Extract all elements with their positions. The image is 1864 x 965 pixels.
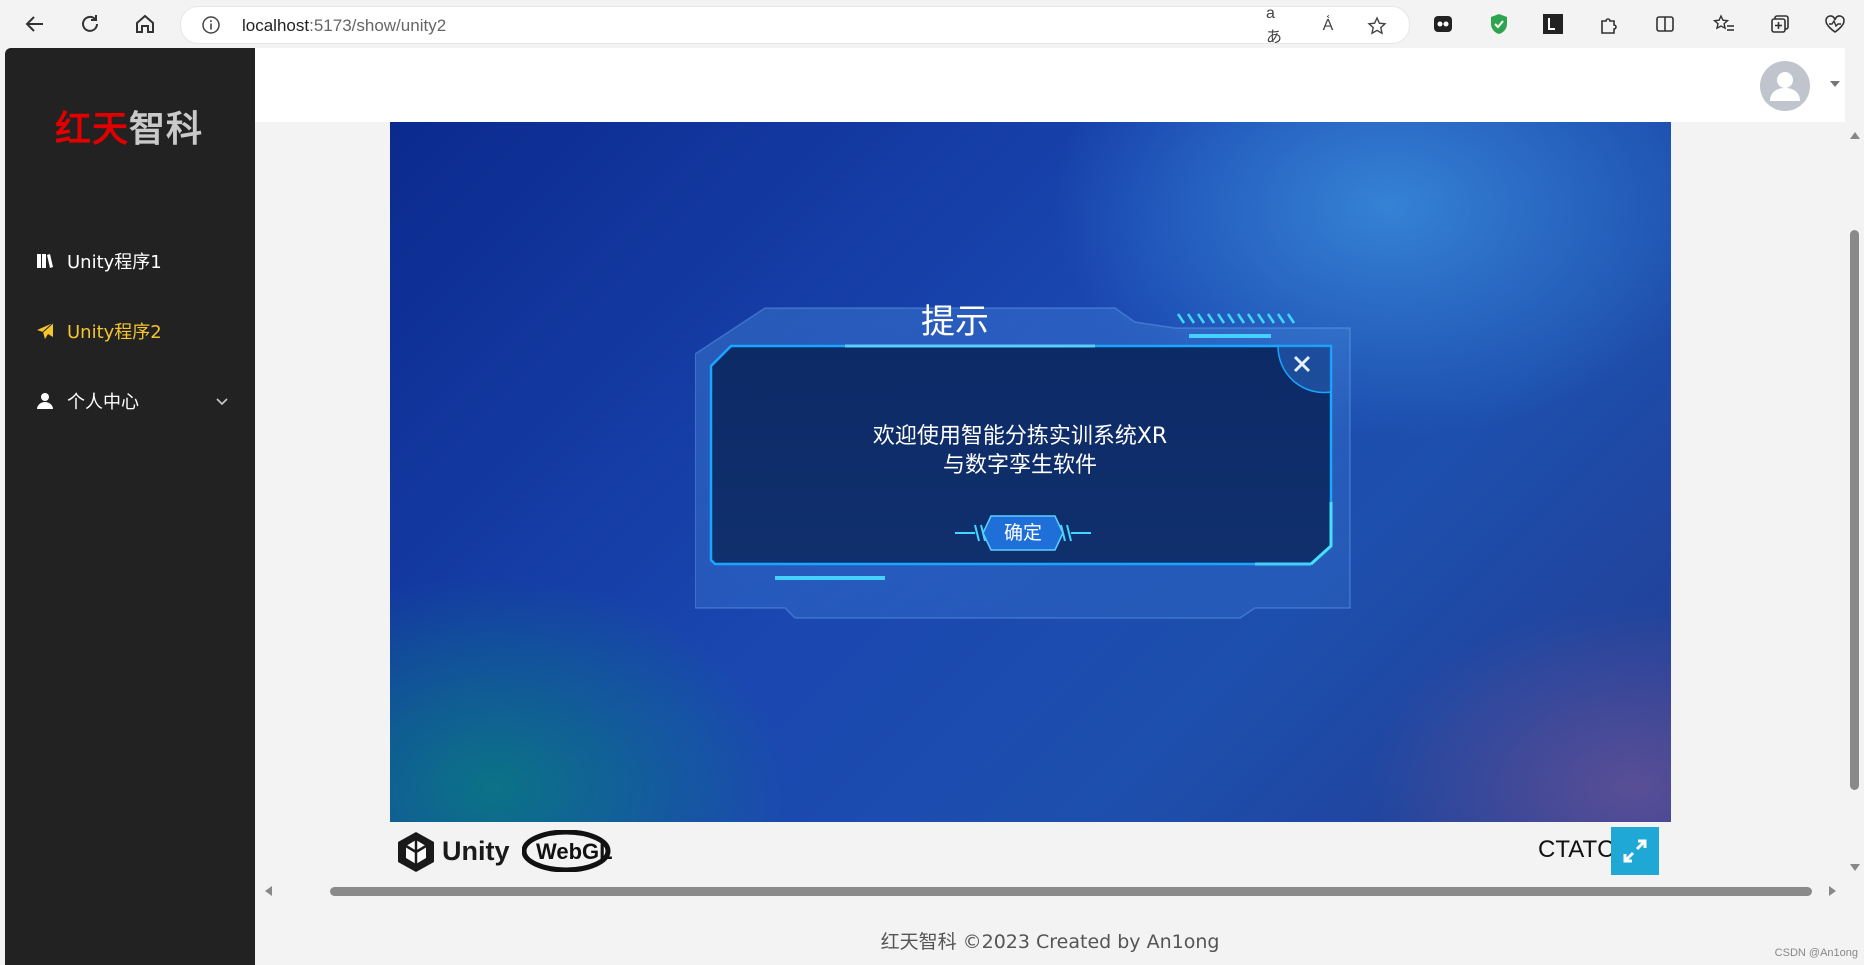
webgl-logo-icon: WebGL [522,830,613,872]
user-avatar[interactable] [1760,61,1810,111]
scroll-down-arrow-icon[interactable] [1850,864,1860,871]
read-aloud-icon[interactable]: A᷾ [1317,15,1339,37]
sidebar-item-unity1[interactable]: Unity程序1 [5,233,255,289]
main-content: 提示 欢迎使用智能分拣实训系统XR 与数字孪生软件 确定 Unity WebGL… [255,122,1845,882]
refresh-button[interactable] [75,9,105,39]
favorites-icon[interactable] [1712,12,1736,36]
url-text[interactable]: localhost:5173/show/unity2 [242,16,446,36]
paper-plane-icon [35,321,55,341]
dialog-message: 欢迎使用智能分拣实训系统XR 与数字孪生软件 [855,422,1185,480]
site-info-icon[interactable] [201,15,221,35]
scroll-up-arrow-icon[interactable] [1850,132,1860,139]
sidebar-item-unity2[interactable]: Unity程序2 [5,303,255,359]
dialog-close-button[interactable] [1288,350,1316,378]
horizontal-scroll-thumb[interactable] [330,887,1812,896]
dialog-ok-button[interactable]: 确定 [985,516,1061,550]
collections-icon[interactable] [1768,12,1792,36]
scroll-right-arrow-icon[interactable] [1829,886,1836,896]
url-host: localhost [242,16,310,35]
split-screen-icon[interactable] [1653,12,1677,36]
unity-logo-icon [398,832,434,872]
logo-part-red: 红天 [55,109,130,150]
sidebar-item-label: Unity程序1 [67,252,162,273]
unity-wordmark: Unity [442,836,510,866]
svg-text:WebGL: WebGL [536,839,613,864]
top-header [255,48,1845,122]
home-button[interactable] [130,9,160,39]
url-path: :5173/show/unity2 [309,16,447,35]
app-logo[interactable]: 红天智科 [55,100,203,152]
logo-part-grey: 智科 [129,109,204,150]
unity-webgl-canvas[interactable]: 提示 欢迎使用智能分拣实训系统XR 与数字孪生软件 确定 [390,122,1671,822]
user-icon [35,391,55,411]
horizontal-scrollbar[interactable] [255,882,1845,900]
extension-icon-1[interactable] [1431,12,1455,36]
page-footer: 红天智科 ©2023 Created by An1ong [255,900,1845,965]
favorite-star-icon[interactable] [1366,15,1388,37]
avatar-dropdown-caret-icon[interactable] [1830,81,1840,87]
scroll-left-arrow-icon[interactable] [265,886,272,896]
browser-essentials-icon[interactable] [1823,12,1847,36]
close-icon [1293,355,1311,373]
book-icon [35,251,55,271]
refresh-icon [82,15,98,32]
extension-icon-3[interactable] [1541,12,1565,36]
extensions-puzzle-icon[interactable] [1597,12,1621,36]
avatar-person-icon [1770,72,1800,101]
chevron-down-icon [216,398,228,406]
dialog-message-line1: 欢迎使用智能分拣实训系统XR [872,424,1168,449]
vertical-scroll-thumb[interactable] [1850,230,1859,790]
expand-icon [1623,839,1647,863]
home-icon [136,14,154,33]
unity-build-title: CTATC [1538,836,1615,863]
shield-extension-icon[interactable] [1487,12,1511,36]
translate-icon[interactable]: aあ [1266,5,1288,46]
prompt-dialog: 提示 欢迎使用智能分拣实训系统XR 与数字孪生软件 确定 [695,292,1365,622]
sidebar-item-label: 个人中心 [67,392,139,413]
dialog-title: 提示 [921,302,989,342]
footer-copyright: 红天智科 ©2023 Created by An1ong [880,931,1220,953]
sidebar-item-label: Unity程序2 [67,322,162,343]
vertical-scrollbar[interactable] [1845,122,1864,882]
dialog-ok-label: 确定 [1003,522,1042,544]
back-arrow-icon [25,16,43,32]
browser-toolbar: localhost:5173/show/unity2 aあ A᷾ [0,0,1864,48]
dialog-message-line2: 与数字孪生软件 [942,453,1097,478]
address-bar[interactable]: localhost:5173/show/unity2 aあ A᷾ [180,5,1410,46]
sidebar-item-personal-center[interactable]: 个人中心 [5,373,255,429]
csdn-watermark: CSDN @An1ong [1774,947,1858,959]
fullscreen-button[interactable] [1611,827,1659,875]
unity-footer-bar: Unity WebGL CTATC [390,822,1671,880]
back-button[interactable] [20,9,50,39]
sidebar: 红天智科 Unity程序1 Unity程序2 个人中心 [5,48,255,965]
